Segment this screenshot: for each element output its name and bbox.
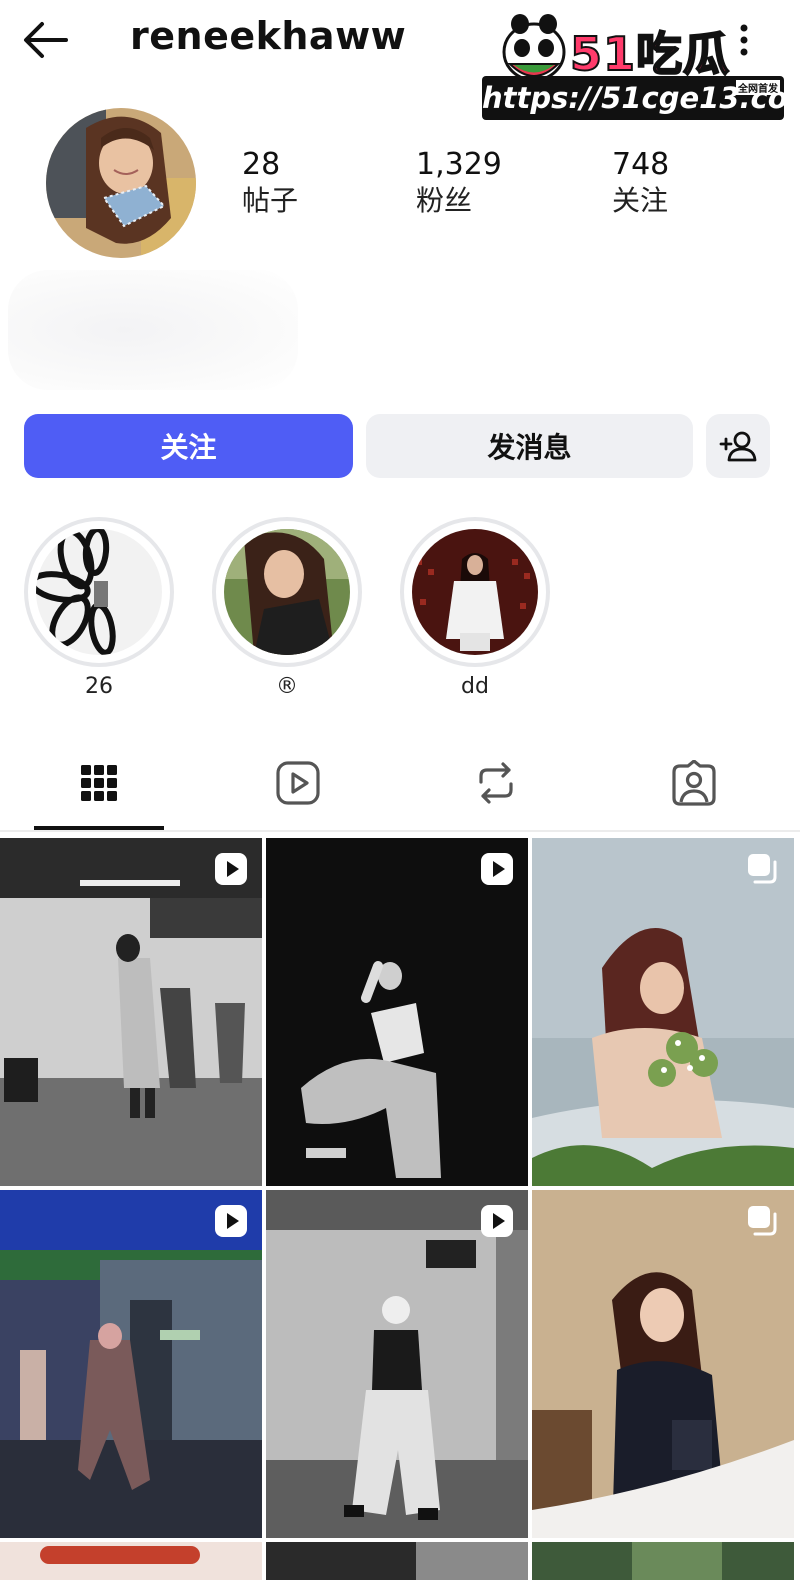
highlight-dd[interactable] <box>400 517 550 667</box>
tab-tagged[interactable] <box>664 752 724 814</box>
bio-blurred <box>8 270 298 390</box>
message-button[interactable]: 发消息 <box>366 414 693 478</box>
add-person-icon <box>719 431 757 462</box>
stat-followers[interactable]: 1,329 粉丝 <box>416 148 502 220</box>
watermark-tag: 全网首发 <box>736 80 780 95</box>
highlight-26-label: 26 <box>85 674 113 699</box>
watermark-brand: 51吃瓜 <box>569 26 731 82</box>
tabs-divider <box>0 830 800 832</box>
post-7[interactable] <box>0 1542 262 1580</box>
suggest-users-button[interactable] <box>706 414 770 478</box>
post-2[interactable] <box>266 838 528 1186</box>
stat-posts-label: 帖子 <box>242 184 299 217</box>
follow-button[interactable]: 关注 <box>24 414 353 478</box>
grid-icon <box>81 765 117 801</box>
stat-followers-count: 1,329 <box>416 147 502 182</box>
post-8[interactable] <box>266 1542 528 1580</box>
back-arrow-icon[interactable] <box>22 18 70 62</box>
highlight-dd-label: dd <box>461 674 489 699</box>
highlight-registered-label: ® <box>276 674 298 699</box>
highlight-26[interactable] <box>24 517 174 667</box>
more-options-icon[interactable] <box>732 16 756 60</box>
tab-reels[interactable] <box>268 752 328 814</box>
repost-icon <box>479 762 513 804</box>
post-4[interactable] <box>0 1190 262 1538</box>
tab-reposts[interactable] <box>466 752 526 814</box>
stat-followers-label: 粉丝 <box>416 184 473 217</box>
play-icon <box>215 853 247 885</box>
stat-posts-count: 28 <box>242 147 281 182</box>
stat-posts[interactable]: 28 帖子 <box>242 148 298 220</box>
stat-following[interactable]: 748 关注 <box>612 148 669 220</box>
watermark-mascot-icon <box>502 14 566 82</box>
carousel-icon <box>748 1206 777 1236</box>
tagged-icon <box>672 760 716 806</box>
stat-following-label: 关注 <box>612 184 669 217</box>
post-1[interactable] <box>0 838 262 1186</box>
highlight-registered[interactable] <box>212 517 362 667</box>
stat-following-count: 748 <box>612 147 670 182</box>
play-icon <box>481 853 513 885</box>
post-5[interactable] <box>266 1190 528 1538</box>
profile-avatar[interactable] <box>46 108 196 258</box>
profile-username: reneekhaww <box>130 14 407 58</box>
carousel-icon <box>748 854 777 884</box>
post-3[interactable] <box>532 838 794 1186</box>
tab-grid[interactable] <box>69 752 129 814</box>
reels-icon <box>276 761 320 805</box>
play-icon <box>481 1205 513 1237</box>
post-9[interactable] <box>532 1542 794 1580</box>
play-icon <box>215 1205 247 1237</box>
post-6[interactable] <box>532 1190 794 1538</box>
